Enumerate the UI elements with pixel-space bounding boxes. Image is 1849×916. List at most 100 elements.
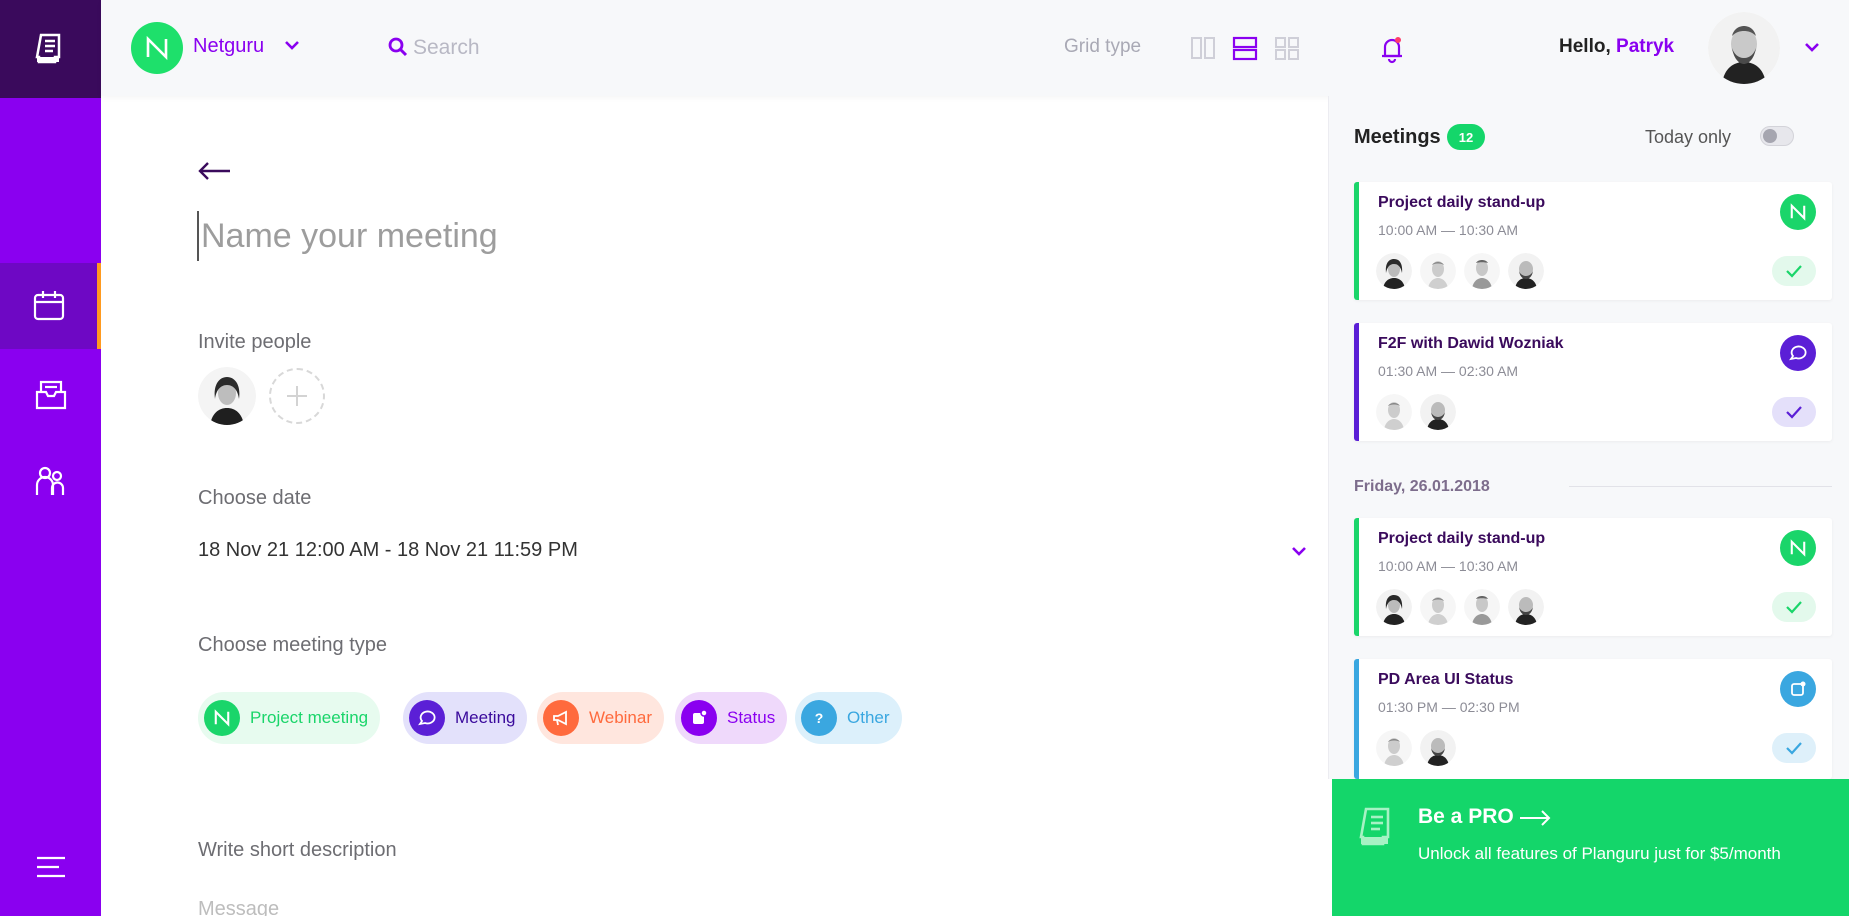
netguru-logo-icon <box>204 700 240 736</box>
grid-columns-icon[interactable] <box>1189 34 1217 62</box>
netguru-logo-icon <box>1780 194 1816 230</box>
date-range-value[interactable]: 18 Nov 21 12:00 AM - 18 Nov 21 11:59 PM <box>198 539 578 562</box>
attendee-avatar <box>1420 730 1456 766</box>
user-photo <box>1708 12 1780 84</box>
meeting-title: Project daily stand-up <box>1378 530 1546 547</box>
today-only-label: Today only <box>1645 127 1732 147</box>
type-label: Webinar <box>589 708 652 727</box>
hamburger-menu-icon <box>36 856 65 878</box>
message-input[interactable]: Message <box>198 898 279 916</box>
attendee-avatar <box>1420 253 1456 289</box>
sidebar-item-inbox[interactable] <box>0 352 101 438</box>
type-other[interactable]: ? Other <box>795 692 902 744</box>
workspace-avatar[interactable] <box>131 22 183 74</box>
confirm-button[interactable] <box>1772 592 1816 622</box>
search-input[interactable] <box>413 32 713 64</box>
type-meeting[interactable]: Meeting <box>403 692 528 744</box>
plus-icon <box>287 386 307 406</box>
grid-tiles-icon[interactable] <box>1273 34 1301 62</box>
pro-title: Be a PRO <box>1418 805 1514 828</box>
topbar: Netguru Grid type <box>101 0 1849 96</box>
attendee-avatar <box>1508 589 1544 625</box>
attendee-avatar <box>1508 253 1544 289</box>
attendees <box>1376 730 1464 766</box>
document-icon <box>35 33 60 64</box>
document-icon <box>1359 807 1390 846</box>
pro-description: Unlock all features of Planguru just for… <box>1418 844 1781 863</box>
sidebar-menu-button[interactable] <box>0 824 101 910</box>
grid-rows-icon[interactable] <box>1231 34 1259 62</box>
attendee-avatar <box>1376 589 1412 625</box>
meeting-title: F2F with Dawid Wozniak <box>1378 335 1564 352</box>
attendee-avatar <box>1464 253 1500 289</box>
meeting-title: PD Area UI Status <box>1378 671 1514 688</box>
arrow-right-icon <box>1520 810 1551 826</box>
meeting-time: 10:00 AM — 10:30 AM <box>1378 558 1519 574</box>
attendees <box>1376 253 1552 289</box>
status-icon <box>1780 671 1816 707</box>
check-icon <box>1786 265 1802 278</box>
sidebar-item-calendar[interactable] <box>0 263 101 349</box>
search-icon <box>388 37 408 57</box>
attendee-avatar <box>1420 589 1456 625</box>
panel-title: Meetings <box>1354 126 1441 148</box>
meeting-card[interactable]: PD Area UI Status 01:30 PM — 02:30 PM <box>1354 659 1832 779</box>
chevron-down-icon[interactable] <box>1801 36 1823 58</box>
avatar[interactable] <box>1708 12 1780 84</box>
invitee-avatar[interactable] <box>198 367 256 425</box>
back-arrow-icon[interactable] <box>197 158 233 184</box>
user-name: Patryk <box>1616 36 1675 57</box>
meeting-time: 01:30 AM — 02:30 AM <box>1378 363 1519 379</box>
grid-type-label: Grid type <box>1064 36 1142 57</box>
meeting-form: Invite people Choose date 18 Nov 21 12:0… <box>101 96 1328 916</box>
workspace-name[interactable]: Netguru <box>193 35 264 58</box>
divider <box>1569 486 1832 487</box>
meetings-panel: Meetings 12 Today only Project daily sta… <box>1328 96 1849 779</box>
check-icon <box>1786 601 1802 614</box>
meeting-title: Project daily stand-up <box>1378 194 1546 211</box>
confirm-button[interactable] <box>1772 733 1816 763</box>
chat-icon <box>409 700 445 736</box>
meeting-name-input[interactable] <box>197 211 997 261</box>
today-only-toggle[interactable] <box>1760 126 1794 146</box>
inbox-icon <box>35 380 66 410</box>
meeting-card[interactable]: Project daily stand-up 10:00 AM — 10:30 … <box>1354 182 1832 300</box>
notification-bell-icon[interactable] <box>1378 34 1406 64</box>
type-project-meeting[interactable]: Project meeting <box>198 692 381 744</box>
meeting-time: 10:00 AM — 10:30 AM <box>1378 222 1519 238</box>
meeting-card[interactable]: F2F with Dawid Wozniak 01:30 AM — 02:30 … <box>1354 323 1832 441</box>
chat-icon <box>1780 335 1816 371</box>
meetings-count-badge: 12 <box>1447 124 1485 150</box>
choose-type-label: Choose meeting type <box>198 634 388 656</box>
confirm-button[interactable] <box>1772 256 1816 286</box>
status-icon <box>681 700 717 736</box>
meeting-card[interactable]: Project daily stand-up 10:00 AM — 10:30 … <box>1354 518 1832 636</box>
netguru-logo-icon <box>146 35 168 61</box>
check-icon <box>1786 406 1802 419</box>
chevron-down-icon[interactable] <box>1288 540 1310 562</box>
day-heading: Friday, 26.01.2018 <box>1354 478 1490 495</box>
add-person-button[interactable] <box>269 368 325 424</box>
attendee-avatar <box>1376 394 1412 430</box>
greeting: Hello, Patryk <box>1559 36 1675 57</box>
calendar-icon <box>33 291 64 321</box>
sidebar-item-people[interactable] <box>0 438 101 524</box>
confirm-button[interactable] <box>1772 397 1816 427</box>
question-icon: ? <box>801 700 837 736</box>
pro-banner[interactable]: Be a PRO Unlock all features of Planguru… <box>1332 779 1849 916</box>
attendee-avatar <box>1376 253 1412 289</box>
choose-date-label: Choose date <box>198 487 312 509</box>
type-webinar[interactable]: Webinar <box>537 692 664 744</box>
attendee-avatar <box>1420 394 1456 430</box>
svg-text:?: ? <box>815 710 824 726</box>
chevron-down-icon[interactable] <box>281 34 303 56</box>
attendee-avatar <box>1464 589 1500 625</box>
check-icon <box>1786 742 1802 755</box>
type-label: Meeting <box>455 708 516 727</box>
type-label: Other <box>847 708 890 727</box>
netguru-logo-icon <box>1780 530 1816 566</box>
app-logo[interactable] <box>0 0 101 98</box>
attendees <box>1376 394 1464 430</box>
type-label: Status <box>727 708 776 727</box>
type-status[interactable]: Status <box>675 692 788 744</box>
